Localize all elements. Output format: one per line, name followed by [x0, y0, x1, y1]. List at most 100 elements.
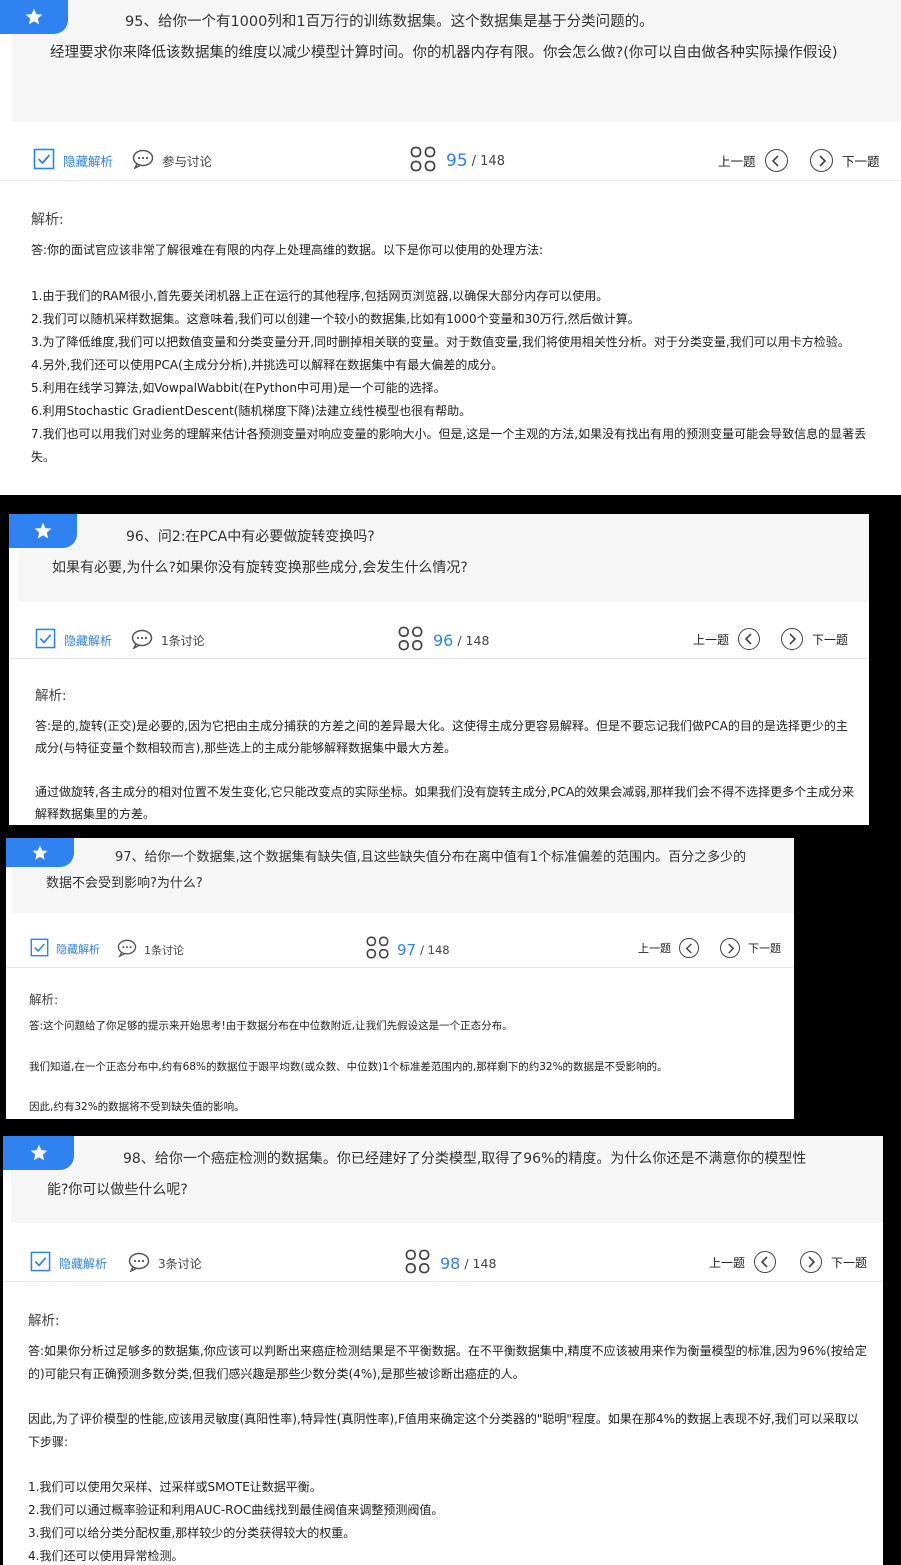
- grid-icon[interactable]: [405, 1249, 430, 1278]
- total-count: / 148: [471, 153, 505, 169]
- chevron-left-icon[interactable]: [679, 938, 699, 958]
- discuss-button[interactable]: 1条讨论: [131, 629, 205, 652]
- chevron-right-icon[interactable]: [781, 628, 803, 650]
- discuss-label: 1条讨论: [144, 943, 184, 957]
- analysis-panel: 解析: 答:你的面试官应该非常了解很难在有限的内存上处理高维的数据。以下是你可以…: [0, 181, 901, 495]
- discuss-button[interactable]: 3条讨论: [128, 1252, 202, 1275]
- question-counter: 97 / 148: [366, 936, 450, 963]
- analysis-text: 7.我们也可以用我们对业务的理解来估计各预测变量对响应变量的影响大小。但是,这是…: [31, 427, 867, 464]
- hide-analysis-label: 隐藏解析: [59, 1256, 108, 1271]
- grid-icon[interactable]: [410, 146, 436, 176]
- chevron-right-icon[interactable]: [810, 149, 833, 172]
- discuss-label: 参与讨论: [162, 154, 213, 169]
- discuss-button[interactable]: 1条讨论: [117, 939, 184, 960]
- question-subtitle: 数据不会受到影响?为什么?: [46, 876, 203, 891]
- checkbox-icon: [35, 628, 56, 652]
- analysis-label: 解析:: [29, 992, 59, 1007]
- analysis-panel: 解析: 答:是的,旋转(正交)是必要的,因为它把由主成分捕获的方差之间的差异最大…: [9, 659, 869, 825]
- next-label: 下一题: [831, 1255, 868, 1270]
- comment-icon: [132, 149, 154, 172]
- current-number: 95: [446, 151, 468, 171]
- hide-analysis-button[interactable]: 隐藏解析: [35, 628, 112, 652]
- next-label: 下一题: [812, 632, 849, 647]
- next-question[interactable]: 下一题: [720, 938, 781, 958]
- hide-analysis-button[interactable]: 隐藏解析: [33, 148, 113, 173]
- analysis-text: 答:你的面试官应该非常了解很难在有限的内存上处理高维的数据。以下是你可以使用的处…: [31, 243, 544, 257]
- analysis-text: 4.我们还可以使用异常检测。: [28, 1549, 184, 1563]
- analysis-text: 3.为了降低维度,我们可以把数值变量和分类变量分开,同时删掉相关联的变量。对于数…: [31, 335, 850, 349]
- analysis-text: 答:是的,旋转(正交)是必要的,因为它把由主成分捕获的方差之间的差异最大化。这使…: [35, 719, 848, 755]
- chevron-left-icon[interactable]: [754, 1251, 777, 1273]
- analysis-label: 解析:: [31, 212, 64, 228]
- analysis-label: 解析:: [28, 1313, 60, 1329]
- next-question[interactable]: 下一题: [781, 628, 848, 650]
- hide-analysis-label: 隐藏解析: [56, 943, 100, 956]
- checkbox-icon: [30, 1251, 51, 1275]
- analysis-text: 3.我们可以给分类分配权重,那样较少的分类获得较大的权重。: [28, 1526, 356, 1540]
- chevron-right-icon[interactable]: [720, 938, 740, 958]
- star-icon: [9, 514, 77, 548]
- analysis-text: 答:如果你分析过足够多的数据集,你应该可以判断出来癌症检测结果是不平衡数据。在不…: [28, 1344, 867, 1381]
- checkbox-icon: [30, 938, 49, 960]
- analysis-text: 1.我们可以使用欠采样、过采样或SMOTE让数据平衡。: [28, 1480, 322, 1494]
- next-label: 下一题: [842, 154, 880, 169]
- prev-label: 上一题: [638, 942, 671, 955]
- checkbox-icon: [33, 148, 55, 173]
- prev-question[interactable]: 上一题: [638, 938, 699, 958]
- question-counter: 98 / 148: [405, 1249, 496, 1278]
- favorite-tab[interactable]: [0, 0, 68, 34]
- star-icon: [3, 1136, 74, 1170]
- question-counter: 96 / 148: [398, 626, 489, 655]
- analysis-text: 5.利用在线学习算法,如VowpalWabbit(在Python中可用)是一个可…: [31, 381, 446, 395]
- question-subtitle: 能?你可以做些什么呢?: [47, 1182, 188, 1198]
- hide-analysis-button[interactable]: 隐藏解析: [30, 938, 100, 960]
- question-card-97: 97、给你一个数据集,这个数据集有缺失值,且这些缺失值分布在离中值有1个标准偏差…: [6, 838, 794, 1119]
- chevron-right-icon[interactable]: [800, 1251, 822, 1273]
- question-card-96: 96、问2:在PCA中有必要做旋转变换吗? 如果有必要,为什么?如果你没有旋转变…: [9, 514, 869, 825]
- star-icon: [6, 838, 74, 867]
- analysis-label: 解析:: [35, 688, 67, 704]
- analysis-text: 通过做旋转,各主成分的相对位置不发生变化,它只能改变点的实际坐标。如果我们没有旋…: [35, 785, 855, 821]
- prev-question[interactable]: 上一题: [718, 149, 788, 172]
- analysis-text: 1.由于我们的RAM很小,首先要关闭机器上正在运行的其他程序,包括网页浏览器,以…: [31, 289, 609, 303]
- question-toolbar: 隐藏解析 3条讨论 98 / 148 上一题 下一题: [3, 1241, 883, 1282]
- question-subtitle: 经理要求你来降低该数据集的维度以减少模型计算时间。你的机器内存有限。你会怎么做?…: [50, 45, 838, 61]
- question-card-95: 95、给你一个有1000列和1百万行的训练数据集。这个数据集是基于分类问题的。 …: [0, 0, 901, 495]
- total-count: / 148: [464, 1256, 497, 1271]
- chevron-left-icon[interactable]: [764, 149, 788, 172]
- analysis-text: 4.另外,我们还可以使用PCA(主成分分析),并挑选可以解释在数据集中有最大偏差…: [31, 358, 504, 372]
- question-title: 95、给你一个有1000列和1百万行的训练数据集。这个数据集是基于分类问题的。: [125, 14, 654, 30]
- hide-analysis-label: 隐藏解析: [64, 633, 113, 648]
- favorite-tab[interactable]: [6, 838, 74, 867]
- analysis-text: 我们知道,在一个正态分布中,约有68%的数据位于跟平均数(或众数、中位数)1个标…: [29, 1061, 668, 1073]
- analysis-panel: 解析: 答:这个问题给了你足够的提示来开始思考!由于数据分布在中位数附近,让我们…: [6, 968, 794, 1119]
- prev-question[interactable]: 上一题: [693, 628, 761, 650]
- question-toolbar: 隐藏解析 1条讨论 96 / 148 上一题 下一题: [9, 618, 869, 659]
- question-subtitle: 如果有必要,为什么?如果你没有旋转变换那些成分,会发生什么情况?: [52, 560, 468, 576]
- question-counter: 95 / 148: [410, 146, 505, 176]
- analysis-text: 因此,为了评价模型的性能,应该用灵敏度(真阳性率),特异性(真阴性率),F值用来…: [28, 1412, 859, 1449]
- next-question[interactable]: 下一题: [810, 149, 880, 172]
- favorite-tab[interactable]: [3, 1136, 74, 1170]
- hide-analysis-label: 隐藏解析: [63, 154, 114, 169]
- grid-icon[interactable]: [366, 936, 389, 963]
- question-title: 98、给你一个癌症检测的数据集。你已经建好了分类模型,取得了96%的精度。为什么…: [123, 1151, 807, 1167]
- analysis-text: 答:这个问题给了你足够的提示来开始思考!由于数据分布在中位数附近,让我们先假设这…: [29, 1020, 513, 1032]
- total-count: / 148: [420, 942, 450, 957]
- discuss-label: 1条讨论: [161, 634, 205, 648]
- discuss-label: 3条讨论: [158, 1257, 202, 1271]
- favorite-tab[interactable]: [9, 514, 77, 548]
- question-card-98: 98、给你一个癌症检测的数据集。你已经建好了分类模型,取得了96%的精度。为什么…: [3, 1136, 883, 1565]
- grid-icon[interactable]: [398, 626, 423, 655]
- comment-icon: [117, 939, 137, 960]
- next-question[interactable]: 下一题: [800, 1251, 867, 1273]
- next-label: 下一题: [748, 942, 781, 955]
- comment-icon: [131, 629, 153, 652]
- hide-analysis-button[interactable]: 隐藏解析: [30, 1251, 107, 1275]
- prev-question[interactable]: 上一题: [709, 1251, 777, 1273]
- question-toolbar: 隐藏解析 1条讨论 97 / 148 上一题 下一题: [6, 929, 794, 968]
- chevron-left-icon[interactable]: [738, 628, 761, 650]
- analysis-text: 2.我们可以通过概率验证和利用AUC-ROC曲线找到最佳阀值来调整预测阀值。: [28, 1503, 444, 1517]
- discuss-button[interactable]: 参与讨论: [132, 149, 212, 172]
- analysis-text: 2.我们可以随机采样数据集。这意味着,我们可以创建一个较小的数据集,比如有100…: [31, 312, 640, 326]
